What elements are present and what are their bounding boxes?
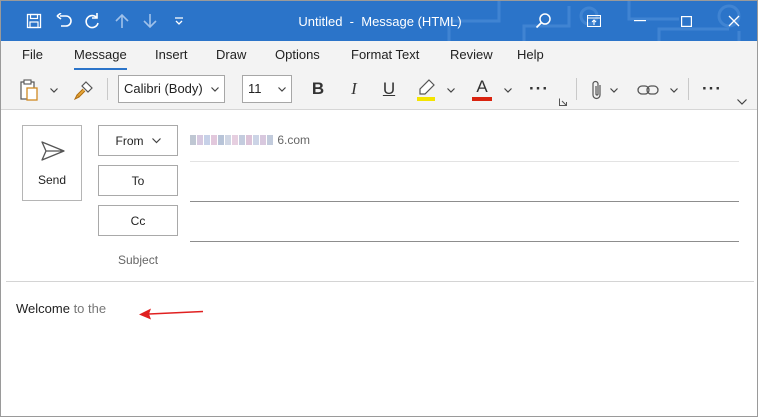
- ribbon-display-icon: [587, 15, 601, 27]
- menu-bar: File Message Insert Draw Options Format …: [1, 41, 757, 70]
- tab-options[interactable]: Options: [275, 47, 320, 62]
- chevron-down-icon: [278, 76, 286, 111]
- close-button[interactable]: [711, 1, 757, 41]
- title-subtitle: Message (HTML): [361, 14, 462, 29]
- italic-button[interactable]: I: [343, 79, 365, 99]
- redacted-address-mosaic: [190, 133, 274, 147]
- paste-icon: [20, 79, 38, 101]
- restore-ribbon-button[interactable]: [571, 1, 617, 41]
- link-icon: [637, 85, 659, 95]
- font-size-dropdown[interactable]: 11: [242, 75, 292, 103]
- dialog-launcher-button[interactable]: [558, 97, 568, 107]
- tab-review[interactable]: Review: [450, 47, 493, 62]
- minimize-button[interactable]: [617, 1, 663, 41]
- tab-help[interactable]: Help: [517, 47, 544, 62]
- from-button[interactable]: From: [98, 125, 178, 156]
- format-painter-icon: [74, 81, 93, 100]
- from-label: From: [115, 133, 144, 148]
- tab-file[interactable]: File: [22, 47, 43, 62]
- title-text: Untitled: [298, 14, 343, 29]
- chevron-down-icon: [447, 87, 455, 93]
- title-bar: Untitled - Message (HTML): [1, 1, 757, 41]
- chevron-down-icon: [670, 87, 678, 93]
- chevron-down-icon: [50, 87, 58, 93]
- message-body[interactable]: Welcome to the: [16, 301, 106, 316]
- cc-label: Cc: [130, 213, 146, 228]
- collapse-ribbon-button[interactable]: [735, 96, 749, 108]
- close-icon: [728, 15, 740, 27]
- paperclip-icon: [592, 80, 601, 100]
- paste-dropdown[interactable]: [47, 82, 61, 98]
- from-line: [190, 161, 739, 162]
- message-window: Untitled - Message (HTML) File Message I…: [0, 0, 758, 417]
- attach-file-button[interactable]: [587, 78, 607, 102]
- bold-button[interactable]: B: [307, 79, 329, 99]
- ribbon-separator: [688, 78, 689, 100]
- minimize-icon: [634, 20, 646, 22]
- maximize-button[interactable]: [663, 1, 709, 41]
- highlighter-icon: [417, 79, 435, 101]
- chevron-down-icon: [737, 99, 747, 105]
- redo-icon[interactable]: [81, 10, 103, 32]
- font-name-dropdown[interactable]: Calibri (Body): [118, 75, 225, 103]
- undo-icon[interactable]: [53, 10, 75, 32]
- send-label: Send: [37, 173, 67, 187]
- chevron-down-icon: [610, 87, 618, 93]
- more-commands-button[interactable]: ···: [698, 79, 726, 99]
- save-icon[interactable]: [23, 10, 45, 32]
- tab-draw[interactable]: Draw: [216, 47, 246, 62]
- highlight-button[interactable]: [414, 77, 438, 103]
- font-size-value: 11: [248, 81, 262, 96]
- paste-button[interactable]: [17, 78, 41, 102]
- dialog-launcher-icon: [559, 98, 567, 106]
- up-arrow-icon[interactable]: [111, 10, 133, 32]
- maximize-icon: [680, 15, 692, 27]
- link-dropdown[interactable]: [667, 82, 681, 98]
- to-field[interactable]: [190, 201, 739, 202]
- tab-message[interactable]: Message: [74, 47, 127, 62]
- send-icon: [41, 141, 65, 161]
- highlight-dropdown[interactable]: [444, 82, 458, 98]
- cc-button[interactable]: Cc: [98, 205, 178, 236]
- from-address-suffix: 6.com: [277, 133, 311, 147]
- to-label: To: [131, 173, 145, 188]
- underline-button[interactable]: U: [378, 79, 400, 99]
- link-button[interactable]: [635, 78, 661, 102]
- from-address: 6.com: [190, 133, 310, 147]
- header-body-divider: [6, 281, 754, 282]
- font-color-button[interactable]: A: [469, 75, 495, 103]
- more-formatting-button[interactable]: ···: [526, 79, 552, 99]
- body-word-to-the: to the: [69, 301, 107, 316]
- ribbon-toolbar: Calibri (Body) 11 B I U A ··· ···: [1, 70, 757, 110]
- title-separator: -: [349, 14, 354, 29]
- cc-field[interactable]: [190, 241, 739, 242]
- font-color-swatch: [472, 97, 492, 101]
- chevron-down-icon: [504, 87, 512, 93]
- tab-insert[interactable]: Insert: [155, 47, 188, 62]
- format-painter-button[interactable]: [73, 79, 95, 101]
- body-word-welcome: Welcome: [16, 301, 70, 316]
- down-arrow-icon[interactable]: [139, 10, 161, 32]
- send-button[interactable]: Send: [22, 125, 82, 201]
- font-color-dropdown[interactable]: [501, 82, 515, 98]
- red-arrow-annotation: [139, 308, 204, 320]
- attach-file-dropdown[interactable]: [607, 82, 621, 98]
- search-icon[interactable]: [533, 10, 555, 32]
- to-button[interactable]: To: [98, 165, 178, 196]
- font-color-glyph: A: [476, 77, 488, 96]
- ribbon-separator: [576, 78, 577, 100]
- font-name-value: Calibri (Body): [124, 81, 203, 96]
- chevron-down-icon: [211, 76, 219, 111]
- tab-format-text[interactable]: Format Text: [351, 47, 419, 62]
- customize-icon[interactable]: [168, 10, 190, 32]
- subject-label: Subject: [118, 253, 159, 267]
- ribbon-separator: [107, 78, 108, 100]
- chevron-down-icon: [151, 137, 161, 143]
